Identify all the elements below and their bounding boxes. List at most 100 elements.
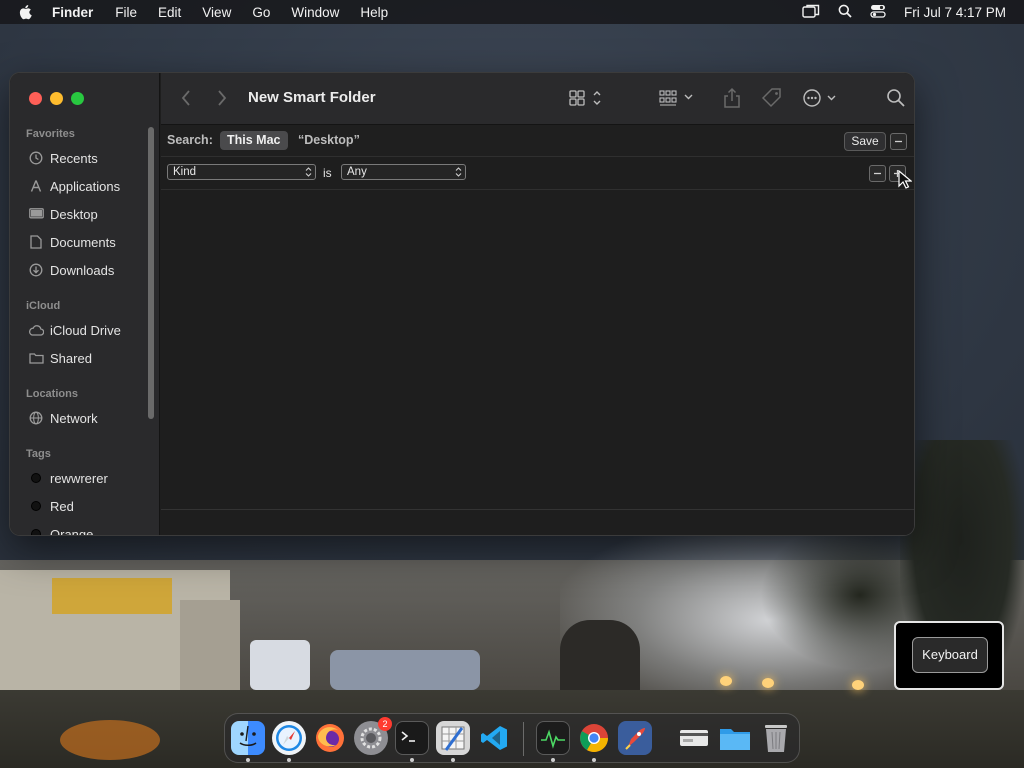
sidebar-item-label: Desktop [50, 206, 98, 222]
sidebar-item-network[interactable]: Network [28, 408, 98, 428]
running-indicator [451, 758, 455, 762]
forward-chevron-icon[interactable] [217, 89, 227, 112]
rocket-typist-icon[interactable] [618, 721, 652, 755]
sidebar-item-label: rewwrerer [50, 470, 108, 486]
safari-icon[interactable] [272, 721, 306, 755]
minimize-button[interactable] [50, 92, 63, 105]
finder-main-area: New Smart Folder Search: This Mac “Deskt… [161, 73, 914, 535]
tag-dot-icon [28, 526, 44, 535]
menu-file[interactable]: File [115, 5, 137, 20]
notification-badge: 2 [378, 717, 392, 731]
sidebar-item-label: Applications [50, 178, 121, 194]
window-title: New Smart Folder [248, 89, 376, 106]
remove-search-button[interactable] [890, 133, 907, 150]
status-bar [161, 509, 914, 535]
downloads-stack-icon[interactable] [677, 721, 711, 755]
sidebar-item-label: Documents [50, 234, 116, 250]
maximize-button[interactable] [71, 92, 84, 105]
sidebar-section-locations: Locations [26, 388, 78, 400]
more-actions-icon[interactable] [801, 87, 839, 109]
sidebar-section-tags: Tags [26, 448, 51, 460]
sidebar-item-documents[interactable]: Documents [28, 232, 116, 252]
scope-desktop[interactable]: “Desktop” [298, 133, 360, 147]
tag-icon[interactable] [761, 87, 783, 109]
globe-icon [28, 410, 44, 426]
folder-icon[interactable] [718, 721, 752, 755]
save-button[interactable]: Save [844, 132, 886, 151]
sidebar-item-label: Network [50, 410, 98, 426]
window-controls [29, 92, 84, 105]
menu-edit[interactable]: Edit [158, 5, 181, 20]
icon-view-grid-icon[interactable] [568, 87, 602, 109]
clock-icon [28, 150, 44, 166]
apple-menu-icon[interactable] [18, 4, 36, 20]
menu-bar-clock[interactable]: Fri Jul 7 4:17 PM [904, 5, 1006, 20]
share-icon[interactable] [723, 87, 741, 109]
criteria-value-select[interactable]: Any [341, 164, 466, 180]
sidebar-item-applications[interactable]: Applications [28, 176, 120, 196]
tag-dot-icon [28, 470, 44, 486]
mouse-pointer-icon [898, 169, 913, 195]
document-icon [28, 234, 44, 250]
keyboard-button[interactable]: Keyboard [912, 637, 988, 673]
desktop-icon [28, 206, 44, 222]
search-results-area[interactable] [161, 191, 914, 509]
running-indicator [551, 758, 555, 762]
toolbar: New Smart Folder [161, 73, 914, 125]
screen-mirroring-icon[interactable] [802, 4, 820, 21]
terminal-icon[interactable] [395, 721, 429, 755]
search-icon[interactable] [886, 87, 906, 109]
sidebar-item-label: Orange [50, 526, 94, 536]
finder-icon[interactable] [231, 721, 265, 755]
running-indicator [287, 758, 291, 762]
cloud-icon [28, 322, 44, 338]
sidebar-item-desktop[interactable]: Desktop [28, 204, 98, 224]
keyboard-overlay: Keyboard [894, 621, 1004, 690]
sidebar-item-tag-red[interactable]: Red [28, 496, 74, 516]
sidebar-item-tag-orange[interactable]: Orange [28, 524, 94, 536]
criteria-attribute-value: Kind [173, 166, 197, 178]
sidebar-section-favorites: Favorites [26, 128, 75, 140]
spotlight-search-icon[interactable] [838, 4, 852, 21]
sidebar-item-label: Recents [50, 150, 98, 166]
script-editor-icon[interactable] [436, 721, 470, 755]
running-indicator [246, 758, 250, 762]
download-icon [28, 262, 44, 278]
vscode-icon[interactable] [477, 721, 511, 755]
sidebar-item-shared[interactable]: Shared [28, 348, 92, 368]
applications-icon [28, 178, 44, 194]
menu-view[interactable]: View [202, 5, 231, 20]
sidebar-item-label: Red [50, 498, 74, 514]
menu-bar: Finder File Edit View Go Window Help Fri… [0, 0, 1024, 24]
activity-monitor-icon[interactable] [536, 721, 570, 755]
menu-window[interactable]: Window [291, 5, 339, 20]
criteria-attribute-select[interactable]: Kind [167, 164, 316, 180]
criteria-value-text: Any [347, 166, 367, 178]
system-settings-icon[interactable]: 2 [354, 717, 392, 755]
sidebar-item-recents[interactable]: Recents [28, 148, 98, 168]
chrome-icon[interactable] [577, 721, 611, 755]
minus-icon [895, 140, 902, 143]
menu-go[interactable]: Go [252, 5, 270, 20]
sidebar-item-label: Shared [50, 350, 92, 366]
close-button[interactable] [29, 92, 42, 105]
menu-app-name[interactable]: Finder [52, 5, 93, 20]
search-label: Search: [167, 133, 213, 147]
minus-icon [874, 172, 881, 175]
sidebar-item-tag-rewwrerer[interactable]: rewwrerer [28, 468, 108, 488]
back-chevron-icon[interactable] [181, 89, 191, 112]
scope-this-mac[interactable]: This Mac [220, 131, 288, 150]
updown-arrows-icon [455, 166, 462, 182]
sidebar-item-downloads[interactable]: Downloads [28, 260, 114, 280]
control-center-icon[interactable] [870, 4, 886, 21]
sidebar-scrollbar[interactable] [148, 127, 154, 419]
remove-criteria-button[interactable] [869, 165, 886, 182]
menu-help[interactable]: Help [360, 5, 388, 20]
dock-separator [523, 722, 524, 756]
group-by-icon[interactable] [658, 87, 694, 109]
trash-icon[interactable] [759, 721, 793, 755]
sidebar-item-icloud-drive[interactable]: iCloud Drive [28, 320, 121, 340]
running-indicator [410, 758, 414, 762]
updown-arrows-icon [305, 166, 312, 182]
firefox-icon[interactable] [313, 721, 347, 755]
